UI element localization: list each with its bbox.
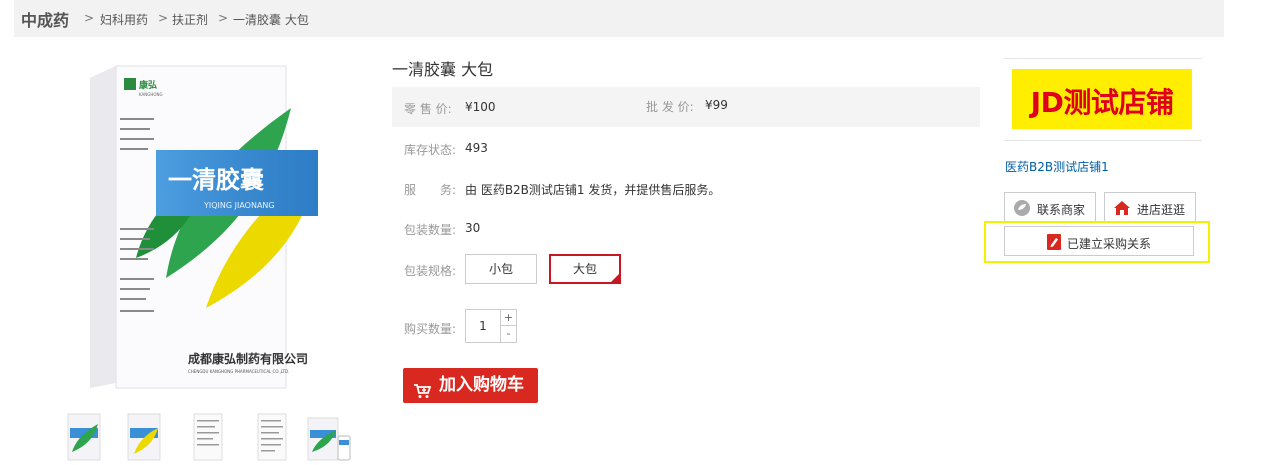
svg-text:KANGHONG: KANGHONG [139, 92, 163, 97]
breadcrumb: 中成药 > 妇科用药 > 扶正剂 > 一清胶囊 大包 [14, 0, 1224, 37]
spec-option-small[interactable]: 小包 [465, 254, 537, 284]
selected-corner-icon [611, 274, 619, 282]
breadcrumb-item-product: 一清胶囊 大包 [233, 13, 309, 27]
thumbnail-4[interactable] [248, 412, 296, 462]
svg-text:CHENGDU KANGHONG PHARMACEUTICA: CHENGDU KANGHONG PHARMACEUTICAL CO.,LTD. [188, 369, 289, 374]
wholesale-price: ¥99 [705, 98, 728, 112]
spec-label: 包装规格: [404, 264, 457, 278]
retail-price-label: 零 售 价: [404, 102, 452, 116]
svg-text:一清胶囊: 一清胶囊 [168, 166, 264, 194]
quantity-minus-button[interactable]: - [500, 326, 516, 342]
service-label: 服 务: [404, 183, 457, 197]
service-text: 由 医药B2B测试店铺1 发货，并提供售后服务。 [465, 183, 721, 197]
cart-icon [413, 377, 432, 398]
thumbnail-strip [56, 412, 356, 464]
product-title: 一清胶囊 大包 [392, 60, 494, 79]
thumbnail-5[interactable] [304, 412, 352, 462]
breadcrumb-category[interactable]: 中成药 [21, 7, 69, 31]
retail-price: ¥100 [465, 100, 496, 114]
purchase-relation-label: 已建立采购关系 [1067, 237, 1152, 251]
add-to-cart-label: 加入购物车 [439, 375, 524, 395]
price-bar: 零 售 价: ¥100 批 发 价: ¥99 [392, 87, 980, 127]
breadcrumb-item-tonic[interactable]: 扶正剂 [172, 11, 208, 28]
svg-text:YIQING JIAONANG: YIQING JIAONANG [203, 201, 275, 210]
pack-count-value: 30 [465, 221, 481, 235]
add-to-cart-button[interactable]: 加入购物车 [403, 368, 538, 403]
visit-shop-button[interactable]: 进店逛逛 [1104, 192, 1196, 222]
shop-logo-text: JD测试店铺 [1030, 86, 1174, 119]
shop-logo[interactable]: JD测试店铺 [1012, 69, 1192, 129]
thumbnail-1[interactable] [60, 412, 108, 462]
contact-seller-button[interactable]: 联系商家 [1004, 192, 1096, 222]
svg-text:成都康弘制药有限公司: 成都康弘制药有限公司 [188, 351, 308, 366]
product-main-image[interactable]: 康弘 KANGHONG 一清胶囊 YIQING JIAONANG 成都康弘制药有… [56, 48, 356, 393]
quantity-plus-button[interactable]: + [500, 310, 516, 326]
shop-name-link[interactable]: 医药B2B测试店铺1 [1005, 158, 1109, 175]
svg-text:康弘: 康弘 [139, 79, 157, 91]
spec-option-label: 大包 [572, 262, 597, 276]
spec-option-large[interactable]: 大包 [549, 254, 621, 284]
home-icon [1113, 199, 1131, 217]
quantity-label: 购买数量: [404, 322, 457, 336]
pack-count-label: 包装数量: [404, 223, 457, 237]
quantity-stepper: 1 + - [465, 309, 517, 343]
quantity-input[interactable]: 1 [466, 310, 500, 342]
stock-value: 493 [465, 141, 488, 155]
stock-label: 库存状态: [404, 143, 457, 157]
shop-divider [1004, 140, 1202, 141]
breadcrumb-separator: > [84, 11, 95, 25]
visit-shop-label: 进店逛逛 [1137, 203, 1186, 217]
breadcrumb-item-gynecology[interactable]: 妇科用药 [100, 11, 148, 28]
breadcrumb-separator: > [158, 11, 169, 25]
contact-icon [1013, 199, 1031, 217]
spec-option-label: 小包 [488, 262, 513, 276]
contact-seller-label: 联系商家 [1037, 203, 1086, 217]
thumbnail-2[interactable] [120, 412, 168, 462]
edit-icon [1045, 233, 1063, 251]
shop-divider [1004, 58, 1202, 59]
breadcrumb-separator: > [218, 11, 229, 25]
purchase-relation-button[interactable]: 已建立采购关系 [1004, 226, 1194, 256]
wholesale-price-label: 批 发 价: [646, 100, 694, 114]
thumbnail-3[interactable] [184, 412, 232, 462]
